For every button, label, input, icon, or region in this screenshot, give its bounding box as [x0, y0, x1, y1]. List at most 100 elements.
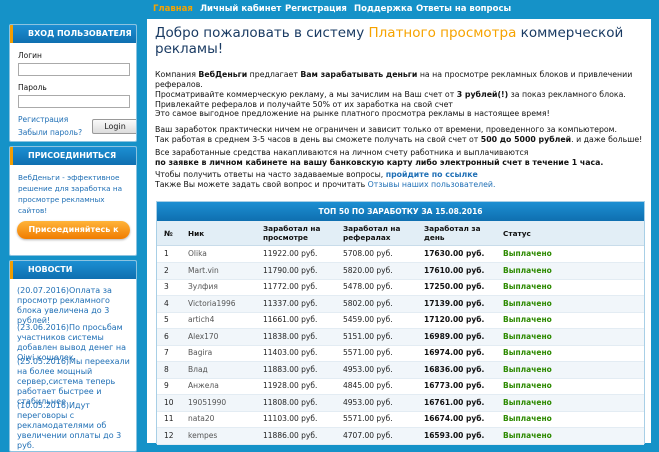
- cell-nick: nata20: [188, 414, 215, 423]
- offer-line-3: Это самое выгодное предложение на рынке …: [155, 109, 550, 118]
- offer-line-1: Просматривайте коммерческую рекламу, а м…: [155, 90, 649, 100]
- cell-nick: Bagira: [188, 348, 213, 357]
- table-row: 12 kempes 11886.00 руб. 4707.00 руб. 16593.0…: [157, 427, 644, 445]
- reviews-link[interactable]: Отзывы наших пользователей.: [368, 180, 496, 189]
- table-row: 1 Olika 11922.00 руб. 5708.00 руб. 17630.00 …: [157, 246, 644, 263]
- top-nav: Главная Личный кабинет Регистрация Подде…: [0, 0, 659, 19]
- cell-referrals: 5151.00 руб.: [343, 331, 393, 341]
- cell-status: Выплачено: [503, 282, 552, 291]
- payout-line-2: по заявке в личном кабинете на вашу банк…: [155, 157, 604, 167]
- join-box-title: ПРИСОЕДИНИТЬСЯ: [28, 151, 117, 160]
- table-row: 11 nata20 11103.00 руб. 5571.00 руб. 16674.0…: [157, 411, 644, 428]
- login-input[interactable]: [18, 63, 130, 76]
- cell-nick: Olika: [188, 249, 207, 258]
- faq-text: Чтобы получить ответы на часто задаваемы…: [155, 170, 386, 179]
- forgot-password-link[interactable]: Забыли пароль?: [18, 128, 82, 137]
- cell-day-total: 16761.00 руб.: [424, 397, 485, 407]
- register-link[interactable]: Регистрация: [18, 115, 68, 124]
- cell-nick: Mart.vin: [188, 265, 219, 275]
- offer-text: Просматривайте коммерческую рекламу, а м…: [155, 90, 457, 99]
- cell-referrals: 5820.00 руб.: [343, 265, 393, 275]
- cell-views: 11928.00 руб.: [263, 381, 318, 390]
- earnings-text: . и даже больше!: [571, 134, 643, 144]
- cell-views: 11883.00 руб.: [263, 364, 318, 374]
- cell-status: Выплачено: [503, 249, 552, 258]
- login-box-title: ВХОД ПОЛЬЗОВАТЕЛЯ: [28, 29, 132, 38]
- nav-home[interactable]: Главная: [153, 4, 193, 14]
- cell-day-total: 16989.00 руб.: [424, 331, 485, 341]
- cell-views: 11886.00 руб.: [263, 430, 318, 440]
- cell-nick: 19051990: [188, 397, 227, 407]
- cell-status: Выплачено: [503, 381, 552, 390]
- cell-nick: Анжела: [188, 381, 219, 390]
- top-earners-table: ТОП 50 ПО ЗАРАБОТКУ ЗА 15.08.2016 № Ник …: [156, 201, 645, 445]
- join-button[interactable]: Присоединяйтесь к нам!: [17, 221, 130, 252]
- news-item[interactable]: (20.07.2016)Оплата за просмотр рекламног…: [17, 286, 134, 326]
- payout-paragraph: Все заработанные средства накапливаются …: [155, 148, 649, 167]
- cell-referrals: 4845.00 руб.: [343, 381, 393, 390]
- cell-views: 11790.00 руб.: [263, 265, 318, 275]
- cell-nick: kempes: [188, 430, 218, 440]
- table-row: 2 Mart.vin 11790.00 руб. 5820.00 руб. 17610.…: [157, 262, 644, 280]
- cell-referrals: 5802.00 руб.: [343, 298, 393, 308]
- cell-referrals: 5478.00 руб.: [343, 282, 393, 291]
- login-box-header: ВХОД ПОЛЬЗОВАТЕЛЯ: [10, 25, 136, 43]
- cell-num: 3: [164, 282, 169, 291]
- intro-text: Компания: [155, 70, 199, 79]
- cell-day-total: 17139.00 руб.: [424, 298, 485, 308]
- cell-status: Выплачено: [503, 265, 552, 275]
- cell-day-total: 17630.00 руб.: [424, 249, 485, 258]
- cell-nick: Alex170: [188, 331, 219, 341]
- col-referrals-header: Заработал на рефералах: [343, 224, 401, 242]
- nav-faq[interactable]: Ответы на вопросы: [416, 4, 511, 14]
- page-title: Добро пожаловать в систему Платного прос…: [155, 25, 645, 57]
- news-box: НОВОСТИ (20.07.2016)Оплата за просмотр р…: [9, 260, 137, 452]
- cell-num: 4: [164, 298, 169, 308]
- earnings-bold: 500 до 5000 рублей: [480, 134, 572, 144]
- news-item[interactable]: (25.05.2016)Мы переехали на более мощный…: [17, 357, 134, 407]
- payout-line-1: Все заработанные средства накапливаются …: [155, 148, 529, 157]
- col-day-header: Заработал за день: [424, 224, 481, 242]
- table-row: 8 Влад 11883.00 руб. 4953.00 руб. 16836.00 р…: [157, 361, 644, 379]
- faq-line-1: Чтобы получить ответы на часто задаваемы…: [155, 170, 649, 180]
- cell-views: 11337.00 руб.: [263, 298, 318, 308]
- cell-views: 11922.00 руб.: [263, 249, 318, 258]
- cell-views: 11403.00 руб.: [263, 348, 318, 357]
- intro-text: предлагает: [247, 70, 301, 79]
- news-box-title: НОВОСТИ: [28, 265, 73, 274]
- cell-num: 10: [164, 397, 174, 407]
- cell-day-total: 16674.00 руб.: [424, 414, 485, 423]
- nav-register[interactable]: Регистрация: [285, 4, 347, 14]
- news-box-header: НОВОСТИ: [10, 261, 136, 279]
- login-box: ВХОД ПОЛЬЗОВАТЕЛЯ Логин Пароль Регистрац…: [9, 24, 137, 142]
- cell-status: Выплачено: [503, 430, 552, 440]
- intro-bold: Вам зарабатывать деньги: [300, 70, 418, 79]
- title-pre: Добро пожаловать в систему: [155, 25, 369, 41]
- cell-day-total: 17250.00 руб.: [424, 282, 485, 291]
- offer-line-2: Привлекайте рефералов и получайте 50% от…: [155, 99, 453, 109]
- col-status-header: Статус: [503, 228, 531, 238]
- table-row: 10 19051990 11808.00 руб. 4953.00 руб. 16761…: [157, 394, 644, 412]
- cell-num: 6: [164, 331, 169, 341]
- news-item[interactable]: (10.05.2016)Идут переговоры с рекламодат…: [17, 401, 134, 451]
- title-highlight: Платного просмотра: [368, 25, 517, 41]
- col-nick-header: Ник: [188, 228, 205, 238]
- login-button[interactable]: Login: [92, 119, 136, 134]
- nav-cabinet[interactable]: Личный кабинет: [200, 4, 281, 14]
- password-label: Пароль: [18, 83, 47, 92]
- cell-referrals: 4953.00 руб.: [343, 397, 393, 407]
- cell-referrals: 5571.00 руб.: [343, 414, 393, 423]
- faq-link[interactable]: пройдите по ссылке: [386, 170, 478, 179]
- earnings-text: Так работая в среднем 3-5 часов в день в…: [155, 134, 481, 144]
- cell-num: 2: [164, 265, 169, 275]
- table-row: 3 Зулфия 11772.00 руб. 5478.00 руб. 17250.00…: [157, 279, 644, 296]
- cell-views: 11103.00 руб.: [263, 414, 318, 423]
- cell-views: 11772.00 руб.: [263, 282, 318, 291]
- nav-support[interactable]: Поддержка: [354, 4, 413, 14]
- cell-day-total: 17120.00 руб.: [424, 315, 485, 324]
- password-input[interactable]: [18, 95, 130, 108]
- earnings-line-1: Ваш заработок практически ничем не огран…: [155, 125, 618, 134]
- cell-status: Выплачено: [503, 298, 552, 308]
- table-row: 5 artich4 11661.00 руб. 5459.00 руб. 17120.0…: [157, 312, 644, 329]
- earnings-line-2: Так работая в среднем 3-5 часов в день в…: [155, 135, 649, 145]
